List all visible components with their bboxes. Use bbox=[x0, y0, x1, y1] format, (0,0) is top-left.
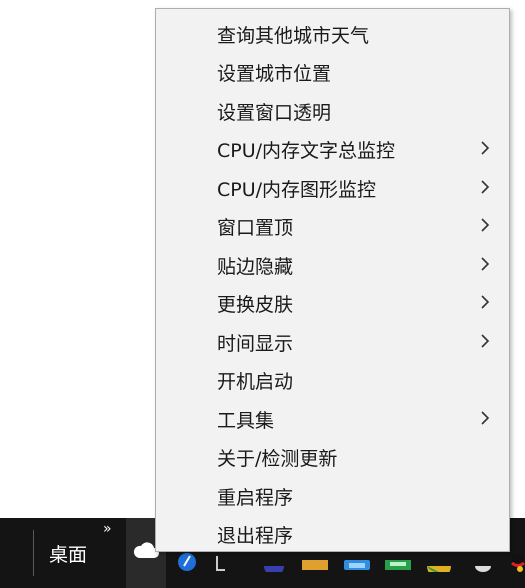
menu-item-label: 开机启动 bbox=[217, 371, 294, 393]
chevron-right-icon bbox=[481, 218, 490, 232]
menu-item-label: 设置城市位置 bbox=[217, 63, 332, 85]
menu-item-label: 工具集 bbox=[217, 410, 275, 432]
menu-item-label: 设置窗口透明 bbox=[217, 102, 332, 124]
chevron-right-icon bbox=[481, 334, 490, 348]
menu-item-label: CPU/内存文字总监控 bbox=[217, 140, 396, 162]
menu-item-window-always-on-top[interactable]: 窗口置顶 bbox=[156, 206, 509, 244]
menu-item-label: 退出程序 bbox=[217, 525, 294, 547]
menu-item-label: 更换皮肤 bbox=[217, 294, 294, 316]
chevron-right-icon bbox=[481, 257, 490, 271]
menu-item-set-window-transparency[interactable]: 设置窗口透明 bbox=[156, 91, 509, 129]
menu-item-edge-hide[interactable]: 贴边隐藏 bbox=[156, 245, 509, 283]
desktop-toolbar-label[interactable]: 桌面 bbox=[49, 540, 87, 567]
menu-item-exit-program[interactable]: 退出程序 bbox=[156, 514, 509, 552]
menu-item-cpu-memory-text-monitor[interactable]: CPU/内存文字总监控 bbox=[156, 129, 509, 167]
menu-item-about-check-update[interactable]: 关于/检测更新 bbox=[156, 437, 509, 475]
menu-item-time-display[interactable]: 时间显示 bbox=[156, 322, 509, 360]
chevron-right-icon bbox=[481, 295, 490, 309]
double-chevron-icon[interactable]: » bbox=[103, 521, 112, 537]
menu-item-label: 窗口置顶 bbox=[217, 217, 294, 239]
menu-item-label: 关于/检测更新 bbox=[217, 448, 338, 470]
menu-item-label: 时间显示 bbox=[217, 333, 294, 355]
menu-item-change-skin[interactable]: 更换皮肤 bbox=[156, 283, 509, 321]
chevron-right-icon bbox=[481, 180, 490, 194]
menu-item-restart-program[interactable]: 重启程序 bbox=[156, 476, 509, 514]
menu-item-label: 重启程序 bbox=[217, 487, 294, 509]
menu-item-cpu-memory-graph-monitor[interactable]: CPU/内存图形监控 bbox=[156, 168, 509, 206]
menu-item-query-other-city-weather[interactable]: 查询其他城市天气 bbox=[156, 14, 509, 52]
qq-icon[interactable] bbox=[508, 546, 525, 572]
chevron-right-icon bbox=[481, 411, 490, 425]
menu-item-launch-at-startup[interactable]: 开机启动 bbox=[156, 360, 509, 398]
chevron-right-icon bbox=[481, 141, 490, 155]
menu-item-set-city-location[interactable]: 设置城市位置 bbox=[156, 52, 509, 90]
menu-item-label: 查询其他城市天气 bbox=[217, 25, 370, 47]
menu-item-label: 贴边隐藏 bbox=[217, 256, 294, 278]
menu-item-label: CPU/内存图形监控 bbox=[217, 179, 377, 201]
context-menu: 查询其他城市天气 设置城市位置 设置窗口透明 CPU/内存文字总监控 CPU/内… bbox=[155, 8, 510, 552]
menu-item-toolset[interactable]: 工具集 bbox=[156, 399, 509, 437]
taskbar-separator bbox=[33, 530, 34, 576]
